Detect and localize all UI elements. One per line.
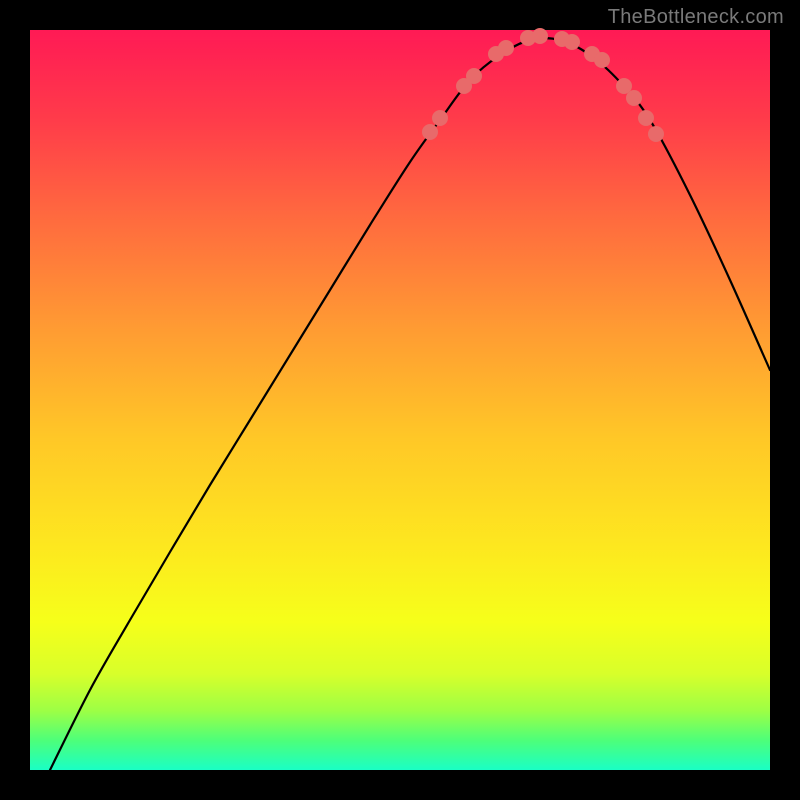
chart-svg <box>30 30 770 770</box>
bottleneck-curve <box>50 38 770 770</box>
highlight-dot <box>564 34 580 50</box>
highlight-dot <box>626 90 642 106</box>
watermark-text: TheBottleneck.com <box>608 6 784 29</box>
highlight-dot <box>638 110 654 126</box>
highlight-dot <box>422 124 438 140</box>
highlight-dot <box>432 110 448 126</box>
highlight-dot <box>466 68 482 84</box>
highlight-dot <box>648 126 664 142</box>
highlight-dot <box>498 40 514 56</box>
highlight-dot <box>532 28 548 44</box>
highlight-dot <box>594 52 610 68</box>
highlight-dots-group <box>422 28 664 142</box>
